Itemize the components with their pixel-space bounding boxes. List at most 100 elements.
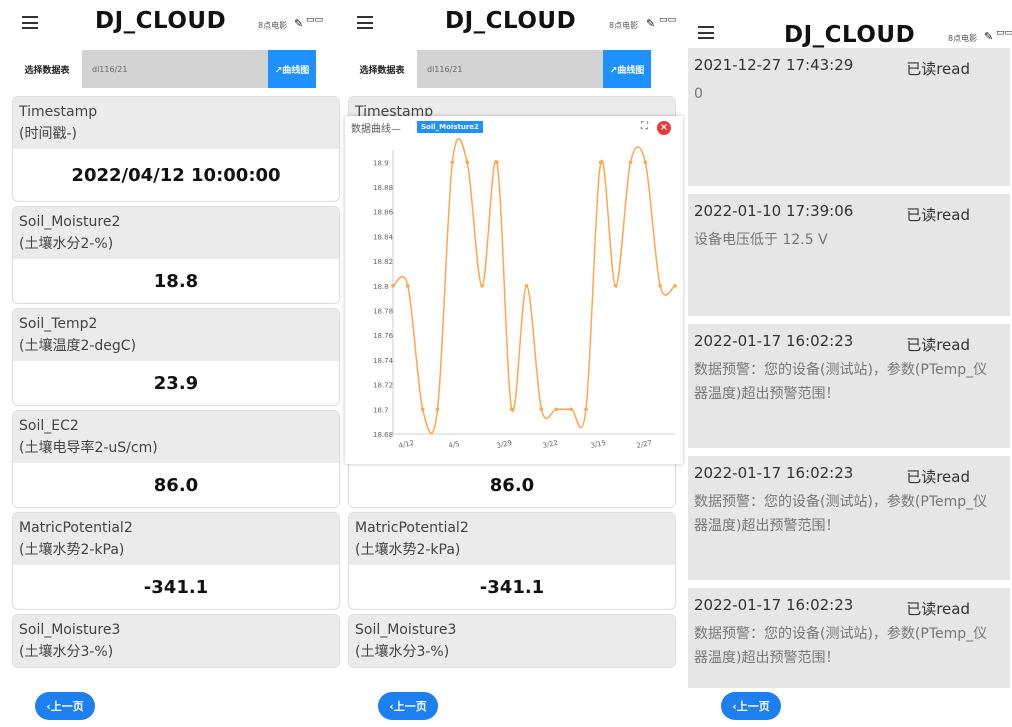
app-title: DJ_CLOUD <box>445 8 577 34</box>
data-card: Soil_EC2 (土壤电导率2-uS/cm) 86.0 <box>12 410 340 508</box>
prev-page-button[interactable]: ‹上一页 <box>35 692 95 720</box>
data-point <box>450 160 455 165</box>
user-menu[interactable]: 8点电影 <box>258 20 287 31</box>
x-tick-label: 4/5 <box>448 440 461 450</box>
line-chart: 18.9 18.88 18.86 18.84 18.82 18.8 18.78 18.76 18… <box>373 138 677 450</box>
data-panel-left: DJ_CLOUD 8点电影 ✎ ▭▭ 选择数据表 dl116/21 ↗曲线图 T… <box>0 0 343 727</box>
data-point <box>598 160 603 165</box>
field-unit: (时间戳-) <box>19 126 77 142</box>
view-toggle-icon[interactable]: ▭▭ <box>306 15 323 25</box>
x-tick-label: 3/15 <box>590 439 607 450</box>
data-card: Soil_Moisture2 (土壤水分2-%) 18.8 <box>12 206 340 304</box>
message-body: 0 <box>694 86 703 102</box>
read-status: 已读read <box>906 600 970 618</box>
y-tick-label: 18.86 <box>373 209 394 217</box>
y-tick-label: 18.78 <box>373 308 393 316</box>
data-card: Soil_Moisture3 (土壤水分3-%) <box>12 614 340 668</box>
read-status: 已读read <box>906 60 970 78</box>
field-unit: (土壤水势2-kPa) <box>355 542 461 558</box>
y-tick-label: 18.82 <box>373 258 393 266</box>
data-point <box>628 160 633 165</box>
field-unit: (土壤水势2-kPa) <box>19 542 125 558</box>
message-list: 2021-12-27 17:43:29 已读read 0 2022-01-10 … <box>688 48 1010 688</box>
field-value: 86.0 <box>153 474 199 496</box>
read-status: 已读read <box>906 468 970 486</box>
message-body: 数据预警：您的设备(测试站)，参数(PTemp_仪器温度)超出预警范围！ <box>694 494 988 534</box>
series-tag: Soil_Moisture2 <box>417 121 483 133</box>
data-card: Soil_Moisture3 (土壤水分3-%) <box>348 614 676 668</box>
field-value: 86.0 <box>489 474 535 496</box>
field-name: Soil_Moisture3 <box>19 622 121 638</box>
data-point <box>554 407 559 412</box>
field-name: Soil_Moisture3 <box>355 622 457 638</box>
field-value: 18.8 <box>153 270 199 292</box>
data-point <box>584 407 588 412</box>
field-name: MatricPotential2 <box>19 520 133 536</box>
data-cards: Timestamp (时间戳-) 2022/04/12 10:00:00 Soil… <box>12 96 340 672</box>
app-title: DJ_CLOUD <box>95 8 227 34</box>
chart-button[interactable]: ↗曲线图 <box>603 50 651 88</box>
view-toggle-icon[interactable]: ▭▭ <box>659 15 676 25</box>
field-name: Soil_EC2 <box>19 418 79 434</box>
data-card: Timestamp (时间戳-) 2022/04/12 10:00:00 <box>12 96 340 202</box>
message-item[interactable]: 2022-01-17 16:02:23 已读read 数据预警：您的设备(测试站… <box>688 456 1010 580</box>
table-select[interactable]: dl116/21 <box>417 50 605 88</box>
app-title: DJ_CLOUD <box>784 22 916 48</box>
data-point <box>495 160 499 165</box>
select-table-button[interactable]: 选择数据表 <box>347 52 417 86</box>
data-point <box>569 407 573 412</box>
popup-title: 数据曲线— <box>351 124 401 135</box>
close-icon[interactable]: × <box>657 121 671 135</box>
y-tick-label: 18.68 <box>373 431 393 439</box>
y-tick-label: 18.8 <box>373 283 389 291</box>
data-card: Soil_Temp2 (土壤温度2-degC) 23.9 <box>12 308 340 406</box>
y-tick-label: 18.76 <box>373 332 394 340</box>
field-value: -341.1 <box>143 576 209 598</box>
y-tick-label: 18.72 <box>373 382 393 390</box>
edit-icon[interactable]: ✎ <box>984 30 993 43</box>
table-toolbar: 选择数据表 dl116/21 ↗曲线图 <box>10 50 340 88</box>
read-status: 已读read <box>906 336 970 354</box>
edit-icon[interactable]: ✎ <box>646 17 655 30</box>
message-item[interactable]: 2022-01-17 16:02:23 已读read 数据预警：您的设备(测试站… <box>688 324 1010 448</box>
user-menu[interactable]: 8点电影 <box>948 33 977 44</box>
field-unit: (土壤水分2-%) <box>19 236 114 252</box>
field-unit: (土壤温度2-degC) <box>19 338 137 354</box>
app-header: DJ_CLOUD 8点电影 ✎ ▭▭ <box>0 0 343 48</box>
prev-page-button[interactable]: ‹上一页 <box>378 692 438 720</box>
data-point <box>420 407 425 412</box>
field-name: Soil_Temp2 <box>19 316 98 332</box>
expand-icon[interactable]: ⛶ <box>641 121 648 132</box>
menu-icon[interactable] <box>22 16 38 29</box>
field-value: 23.9 <box>153 372 199 394</box>
select-table-button[interactable]: 选择数据表 <box>12 52 82 86</box>
user-menu[interactable]: 8点电影 <box>609 20 638 31</box>
chart-button[interactable]: ↗曲线图 <box>268 50 316 88</box>
prev-page-button[interactable]: ‹上一页 <box>721 692 781 720</box>
app-header: DJ_CLOUD 8点电影 ✎ ▭▭ <box>343 0 686 48</box>
message-item[interactable]: 2021-12-27 17:43:29 已读read 0 <box>688 48 1010 186</box>
field-unit: (土壤水分3-%) <box>355 644 450 660</box>
message-item[interactable]: 2022-01-17 16:02:23 已读read 数据预警：您的设备(测试站… <box>688 588 1010 688</box>
menu-icon[interactable] <box>357 16 373 29</box>
field-unit: (土壤水分3-%) <box>19 644 114 660</box>
data-point <box>465 160 470 165</box>
field-name: Soil_Moisture2 <box>19 214 121 230</box>
menu-icon[interactable] <box>698 26 714 39</box>
table-select[interactable]: dl116/21 <box>82 50 270 88</box>
field-unit: (土壤电导率2-uS/cm) <box>19 440 158 456</box>
data-card: MatricPotential2 (土壤水势2-kPa) -341.1 <box>12 512 340 610</box>
edit-icon[interactable]: ✎ <box>294 17 303 30</box>
view-toggle-icon[interactable]: ▭▭ <box>996 28 1012 38</box>
data-point <box>658 284 662 288</box>
x-tick-label: 4/12 <box>398 439 415 450</box>
data-point <box>509 407 514 412</box>
y-tick-label: 18.74 <box>373 357 394 365</box>
y-tick-label: 18.88 <box>373 184 393 192</box>
data-point <box>613 284 618 288</box>
message-body: 设备电压低于 12.5 V <box>694 232 828 248</box>
message-item[interactable]: 2022-01-10 17:39:06 已读read 设备电压低于 12.5 V <box>688 194 1010 316</box>
app-header: DJ_CLOUD 8点电影 ✎ ▭▭ <box>686 0 1012 48</box>
data-card: MatricPotential2 (土壤水势2-kPa) -341.1 <box>348 512 676 610</box>
y-tick-label: 18.84 <box>373 233 394 241</box>
